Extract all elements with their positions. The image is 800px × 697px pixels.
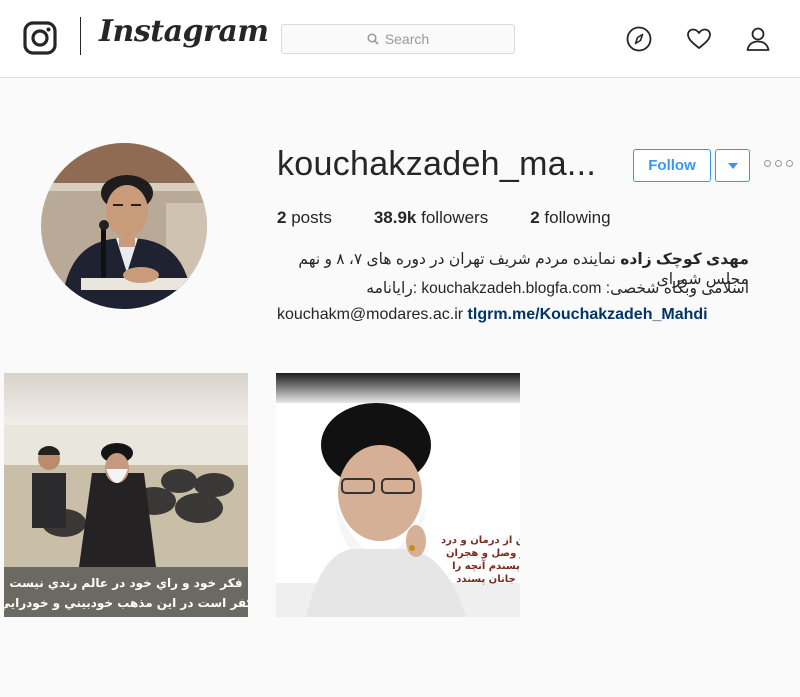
posts-label: posts [291,208,332,227]
top-navigation-bar: Instagram Search [0,0,800,78]
following-count[interactable]: 2 following [530,208,610,228]
post-caption-line: فكر خود و راي خود در عالم رندي نيست [9,576,242,591]
posts-count: 2 posts [277,208,332,228]
search-input[interactable]: Search [281,24,515,54]
explore-compass-icon[interactable] [626,26,652,52]
following-number: 2 [530,208,540,227]
following-label: following [544,208,611,227]
bio-external-link[interactable]: tlgrm.me/Kouchakzadeh_Mahdi [468,306,708,323]
profile-avatar [41,143,207,309]
post-caption-line: من از درمان و درد [441,535,520,546]
profile-stats: 2 posts 38.9k followers 2 following [277,208,653,228]
search-icon [367,33,379,45]
profile-user-icon[interactable] [745,26,771,52]
bio-full-name: مهدی کوچک زاده [620,251,749,268]
caret-down-icon [727,162,738,169]
bio-email: kouchakm@modares.ac.ir [277,306,464,323]
profile-username: kouchakzadeh_ma... [277,145,597,183]
suggestions-dropdown-button[interactable] [715,149,750,182]
bio-line-3: kouchakm@modares.ac.ir tlgrm.me/Kouchakz… [277,305,708,325]
followers-label: followers [421,208,489,227]
search-placeholder: Search [384,31,430,47]
follow-button[interactable]: Follow [633,149,711,182]
post-caption-line: پسندم آنچه را [452,559,520,572]
logo-divider [80,17,81,55]
bio-line-2: اسلامی وبگاه شخصی: kouchakzadeh.blogfa.c… [366,280,749,297]
post-caption-line: كفر است در اين مذهب خودبيني و خودرايي [4,596,248,611]
more-options-icon[interactable] [764,160,793,167]
post-thumbnail[interactable]: من از درمان و درد و وصل و هجران پسندم آن… [276,373,520,617]
post-thumbnail[interactable]: فكر خود و راي خود در عالم رندي نيست كفر … [4,373,248,617]
activity-heart-icon[interactable] [686,26,712,52]
posts-number: 2 [277,208,287,227]
post-caption-line: جانان پسندد [456,574,515,585]
followers-count[interactable]: 38.9k followers [374,208,488,228]
instagram-logo-icon[interactable] [23,21,57,55]
followers-number: 38.9k [373,208,417,227]
post-caption-line: و وصل و هجران [446,548,520,559]
instagram-wordmark[interactable]: Instagram [99,14,269,49]
